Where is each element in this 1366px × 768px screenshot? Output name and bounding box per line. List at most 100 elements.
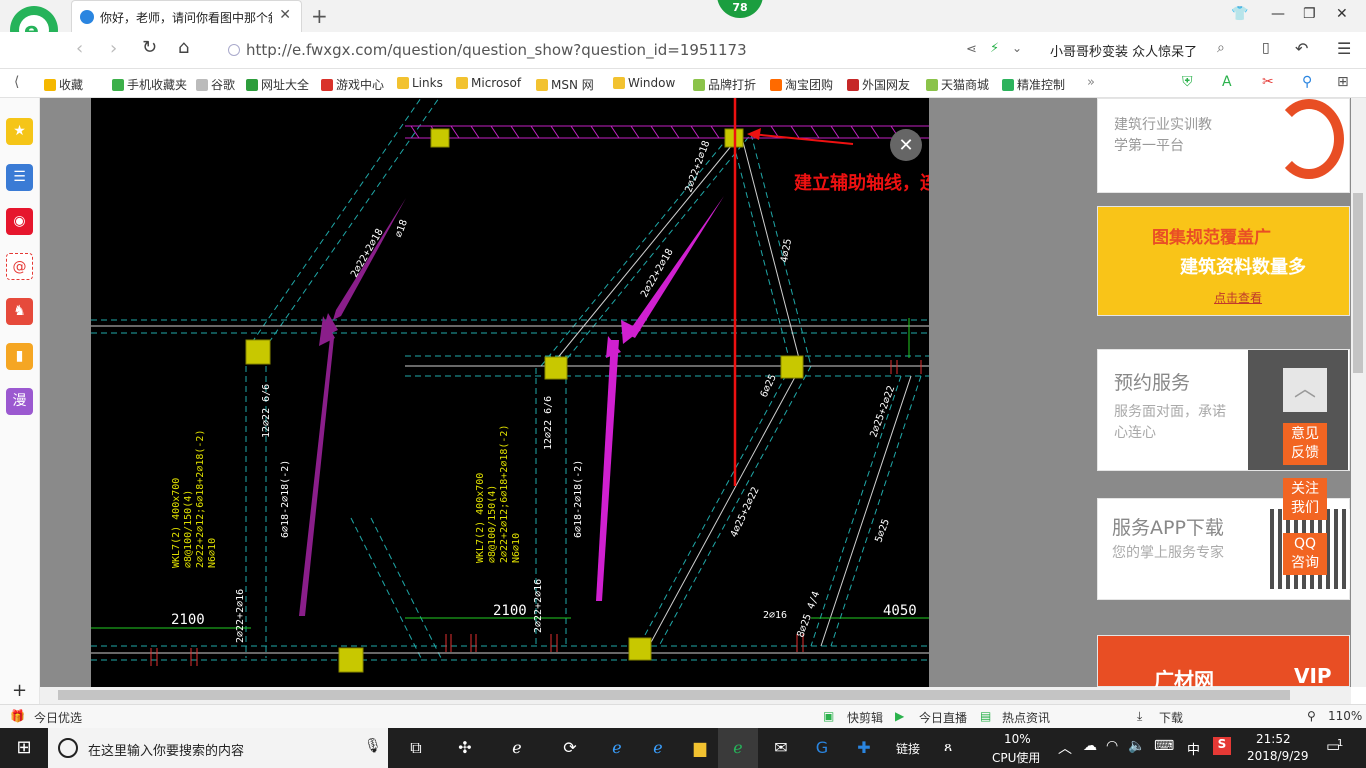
minimize-icon[interactable]: — bbox=[1271, 6, 1285, 22]
horizontal-scrollbar[interactable] bbox=[40, 687, 1351, 704]
bookmark-item[interactable]: 网址大全 bbox=[246, 76, 309, 93]
bookmark-item[interactable]: 手机收藏夹 bbox=[112, 76, 187, 93]
back-icon[interactable]: ‹ bbox=[76, 38, 83, 59]
bookmark-item[interactable]: Links bbox=[397, 76, 443, 90]
weibo-icon[interactable]: ◉ bbox=[6, 208, 33, 235]
people-icon[interactable]: ጸ bbox=[944, 739, 952, 755]
follow-us-button[interactable]: 关注我们 bbox=[1283, 478, 1327, 520]
bookmark-item[interactable]: 品牌打折 bbox=[693, 76, 756, 93]
bookmark-label: 精准控制 bbox=[1017, 78, 1066, 92]
app-g-icon[interactable]: G bbox=[802, 728, 842, 768]
app-360-icon[interactable]: ℯ bbox=[718, 728, 758, 768]
taskbar-search-input[interactable]: 在这里输入你要搜索的内容 bbox=[88, 740, 244, 759]
wifi-icon[interactable]: ◠ bbox=[1106, 738, 1118, 754]
skin-icon[interactable]: 👕 bbox=[1231, 6, 1248, 22]
ad-panel-2[interactable]: 图集规范覆盖广 建筑资料数量多 点击查看 bbox=[1097, 206, 1350, 316]
app-ie-icon[interactable]: ℯ bbox=[497, 728, 537, 768]
bookmark-item[interactable]: MSN 网 bbox=[536, 76, 594, 93]
app-bell-icon[interactable]: ⟳ bbox=[550, 728, 590, 768]
bookmark-item[interactable]: 精准控制 bbox=[1002, 76, 1065, 93]
zoom-icon: ⚲ bbox=[1307, 709, 1316, 723]
star-icon[interactable]: ★ bbox=[6, 118, 33, 145]
bookmark-item[interactable]: 天猫商城 bbox=[926, 76, 989, 93]
vertical-scroll-thumb[interactable] bbox=[1353, 193, 1363, 373]
clock-time[interactable]: 21:52 bbox=[1256, 732, 1291, 746]
mail-icon[interactable]: @ bbox=[6, 253, 33, 280]
bookmark-item[interactable]: 谷歌 bbox=[196, 76, 235, 93]
news-headline[interactable]: 小哥哥秒变装 众人惊呆了 bbox=[1050, 41, 1197, 60]
menu-icon[interactable]: ☰ bbox=[1337, 39, 1351, 58]
qq-consult-button[interactable]: QQ咨询 bbox=[1283, 533, 1327, 575]
apps-icon[interactable]: ⊞ bbox=[1337, 74, 1349, 90]
add-sidebar-icon[interactable]: + bbox=[12, 680, 27, 701]
clock-date[interactable]: 2018/9/29 bbox=[1247, 749, 1309, 763]
bookmark-item[interactable]: 游戏中心 bbox=[321, 76, 384, 93]
bookmark-label: Window bbox=[628, 76, 676, 90]
translate-icon[interactable]: A bbox=[1222, 74, 1232, 90]
refresh-icon[interactable]: ↻ bbox=[142, 37, 157, 58]
search-icon[interactable]: ⌕ bbox=[1217, 40, 1225, 56]
status-item-live[interactable]: 今日直播 bbox=[919, 709, 967, 726]
shield-icon[interactable]: ⛨ bbox=[1182, 74, 1193, 90]
magnifier-icon[interactable]: ⚲ bbox=[1302, 74, 1312, 90]
ad-panel-1[interactable]: 建筑行业实训教 学第一平台 bbox=[1097, 98, 1350, 193]
status-item-clip[interactable]: 快剪辑 bbox=[847, 709, 883, 726]
app-pinwheel-icon[interactable]: ✣ bbox=[445, 728, 485, 768]
status-daily-picks[interactable]: 今日优选 bbox=[34, 709, 82, 726]
notification-badge[interactable]: 78 bbox=[717, 0, 763, 18]
window-close-icon[interactable]: ✕ bbox=[1336, 6, 1348, 22]
forward-icon[interactable]: › bbox=[110, 38, 117, 59]
app-ie2-icon[interactable]: ℯ bbox=[638, 728, 678, 768]
url-input[interactable]: http://e.fwxgx.com/question/question_sho… bbox=[246, 41, 747, 59]
undo-icon[interactable]: ↶ bbox=[1295, 39, 1308, 58]
status-item-download[interactable]: 下载 bbox=[1159, 709, 1183, 726]
task-view-icon[interactable]: ⧉ bbox=[396, 728, 436, 768]
browser-tab[interactable]: 你好，老师，请问你看图中那个斜 ✕ bbox=[71, 0, 302, 32]
bookmark-item[interactable]: 淘宝团购 bbox=[770, 76, 833, 93]
feedback-button[interactable]: 意见反馈 bbox=[1283, 423, 1327, 465]
microphone-icon[interactable]: 🎙 bbox=[364, 738, 382, 754]
tab-close-icon[interactable]: ✕ bbox=[279, 7, 291, 23]
bookmark-item[interactable]: 收藏 bbox=[44, 76, 83, 93]
scissors-icon[interactable]: ✂ bbox=[1262, 74, 1274, 90]
news-icon[interactable]: ☰ bbox=[6, 164, 33, 191]
lightning-icon[interactable]: ⚡ bbox=[990, 41, 999, 56]
new-tab-icon[interactable]: + bbox=[311, 4, 328, 28]
app-edge-icon[interactable]: ℯ bbox=[597, 728, 637, 768]
bookmark-item[interactable]: 外国网友 bbox=[847, 76, 910, 93]
app-mail-icon[interactable]: ✉ bbox=[761, 728, 801, 768]
keyboard-icon[interactable]: ⌨ bbox=[1154, 738, 1174, 754]
bookmark-item[interactable]: Microsof bbox=[456, 76, 521, 90]
beam-label-5: WKL7(2) 400x700 bbox=[171, 478, 182, 568]
taskbar-links[interactable]: 链接 bbox=[896, 740, 920, 757]
banner-panel[interactable]: 广材网 VIP bbox=[1097, 635, 1350, 692]
taskbar-search[interactable]: 在这里输入你要搜索的内容 🎙 bbox=[48, 728, 388, 768]
collapse-sidebar-icon[interactable]: ⟨ bbox=[14, 74, 19, 90]
tray-arrow-icon[interactable]: ︿ bbox=[1058, 738, 1072, 758]
phone-icon[interactable]: ▯ bbox=[1262, 40, 1270, 56]
sogou-icon[interactable]: S bbox=[1213, 737, 1231, 755]
game-icon[interactable]: ♞ bbox=[6, 298, 33, 325]
overlay-close-icon[interactable]: ✕ bbox=[898, 135, 913, 156]
windows-start-icon[interactable]: ⊞ bbox=[4, 728, 44, 768]
ad2-line2: 建筑资料数量多 bbox=[1180, 257, 1306, 278]
home-icon[interactable]: ⌂ bbox=[178, 37, 189, 58]
dropdown-icon[interactable]: ⌄ bbox=[1012, 41, 1022, 55]
ad1-logo bbox=[1274, 99, 1344, 179]
more-bookmarks-icon[interactable]: » bbox=[1087, 75, 1095, 90]
ad2-link[interactable]: 点击查看 bbox=[1214, 289, 1262, 306]
app-plus-icon[interactable]: ✚ bbox=[844, 728, 884, 768]
ime-indicator[interactable]: 中 bbox=[1187, 739, 1200, 758]
maximize-icon[interactable]: ❐ bbox=[1303, 6, 1316, 22]
comic-icon[interactable]: 漫 bbox=[6, 388, 33, 415]
status-item-news[interactable]: 热点资讯 bbox=[1002, 709, 1050, 726]
bookmark-item[interactable]: Window bbox=[613, 76, 675, 90]
share-icon[interactable]: ⋖ bbox=[966, 42, 977, 57]
horizontal-scroll-thumb[interactable] bbox=[58, 690, 1290, 700]
book-icon[interactable]: ▮ bbox=[6, 343, 33, 370]
back-to-top-button[interactable]: ︿ bbox=[1283, 368, 1327, 412]
app-explorer-icon[interactable]: ▆ bbox=[680, 728, 720, 768]
volume-icon[interactable]: 🔈 bbox=[1128, 738, 1145, 754]
vertical-scrollbar[interactable] bbox=[1351, 98, 1366, 687]
zoom-level[interactable]: 110% bbox=[1328, 709, 1362, 723]
